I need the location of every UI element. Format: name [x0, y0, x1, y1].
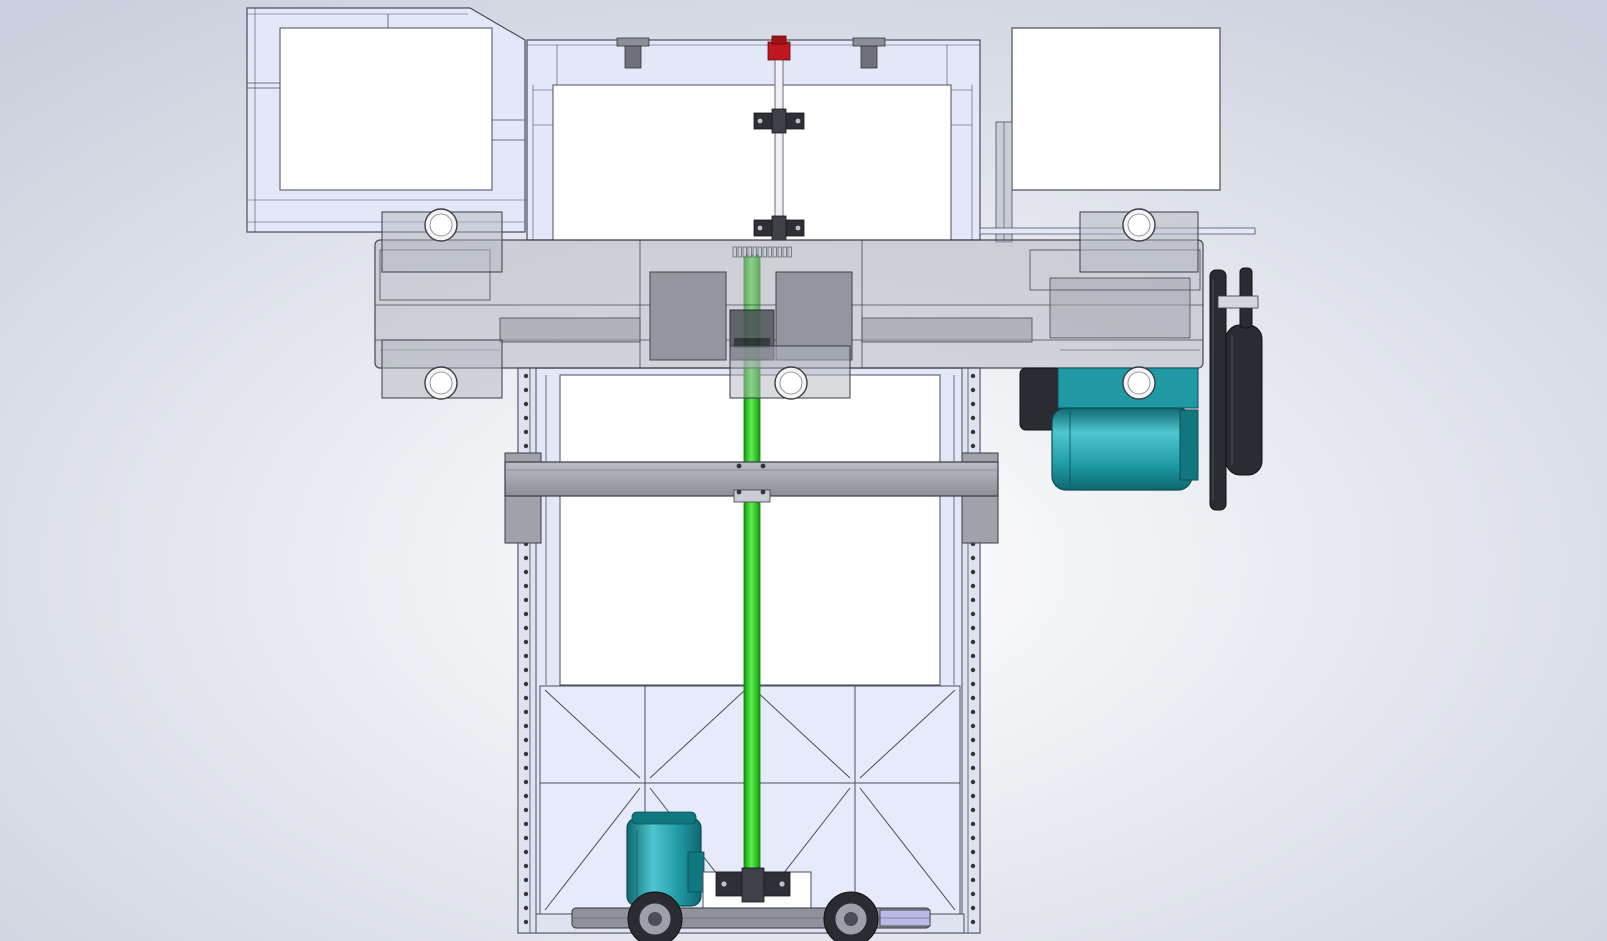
rivet	[523, 723, 529, 729]
drive-pulleys	[1209, 267, 1263, 511]
rivet	[523, 583, 529, 589]
rivet	[523, 877, 529, 883]
rivet	[970, 807, 976, 813]
gear-tooth	[757, 246, 762, 258]
rivet	[970, 821, 976, 827]
rivet	[523, 639, 529, 645]
gear-tooth	[732, 246, 737, 258]
rivet	[523, 555, 529, 561]
rivet	[523, 387, 529, 393]
rivet	[523, 835, 529, 841]
main-motor	[626, 811, 705, 907]
rivet	[523, 681, 529, 687]
rivet	[970, 555, 976, 561]
gear-tooth	[772, 246, 777, 258]
upper-center-frame	[526, 35, 981, 241]
rivet	[523, 611, 529, 617]
rivet	[523, 863, 529, 869]
rivet	[970, 849, 976, 855]
rivet	[970, 919, 976, 925]
roller-bottom-left	[381, 339, 503, 400]
rivet	[970, 443, 976, 449]
wheel-left	[627, 891, 683, 941]
rivet	[970, 639, 976, 645]
roller-top-right	[1079, 208, 1199, 273]
rivet	[970, 863, 976, 869]
rivet	[970, 779, 976, 785]
rivet	[970, 401, 976, 407]
roller-motor-mount	[1122, 366, 1156, 400]
rivet	[970, 709, 976, 715]
gear-tooth	[742, 246, 747, 258]
rivet	[970, 611, 976, 617]
rivet	[523, 793, 529, 799]
rivet	[523, 415, 529, 421]
rivet	[523, 695, 529, 701]
rivet	[523, 625, 529, 631]
gear-tooth	[747, 246, 752, 258]
rivet	[523, 849, 529, 855]
rivet	[970, 765, 976, 771]
rivet	[523, 597, 529, 603]
rivet	[970, 625, 976, 631]
rivet	[970, 723, 976, 729]
gear-tooth	[752, 246, 757, 258]
rivet	[523, 401, 529, 407]
gear-tooth	[762, 246, 767, 258]
rivet	[523, 807, 529, 813]
rivet	[970, 877, 976, 883]
rivet	[523, 653, 529, 659]
rivet	[970, 597, 976, 603]
rivet	[970, 793, 976, 799]
rivet	[523, 373, 529, 379]
roller-top-left	[381, 208, 503, 273]
rivet	[970, 695, 976, 701]
rivet	[523, 779, 529, 785]
rivet	[970, 905, 976, 911]
upper-bearing-bottom	[753, 215, 805, 241]
rivet	[970, 569, 976, 575]
rivet	[970, 653, 976, 659]
cad-viewport[interactable]	[0, 0, 1607, 941]
gear-tooth	[737, 246, 742, 258]
rivet	[970, 751, 976, 757]
rivet	[523, 429, 529, 435]
gear-tooth	[782, 246, 787, 258]
gear-tooth	[787, 246, 792, 258]
gear-tooth	[777, 246, 782, 258]
rivet	[523, 737, 529, 743]
rivet	[970, 891, 976, 897]
upper-left-gate-frame	[246, 7, 526, 233]
rivet	[970, 583, 976, 589]
rivet	[970, 429, 976, 435]
rivet	[970, 667, 976, 673]
rivet	[523, 569, 529, 575]
rivet	[523, 919, 529, 925]
rivet	[970, 387, 976, 393]
rivet	[523, 667, 529, 673]
rivet	[523, 891, 529, 897]
rivet	[970, 737, 976, 743]
rivet	[523, 765, 529, 771]
rivet	[523, 443, 529, 449]
rivet	[523, 751, 529, 757]
assembly-drawing	[0, 0, 1607, 941]
gear-tooth	[767, 246, 772, 258]
wheel-right	[823, 891, 879, 941]
rivet	[970, 835, 976, 841]
rivet	[970, 681, 976, 687]
rivet	[970, 373, 976, 379]
roller-bottom-center	[729, 345, 851, 400]
rivet	[523, 905, 529, 911]
lower-bearing	[702, 867, 812, 913]
rivet	[970, 415, 976, 421]
rivet	[523, 821, 529, 827]
rivet	[523, 709, 529, 715]
